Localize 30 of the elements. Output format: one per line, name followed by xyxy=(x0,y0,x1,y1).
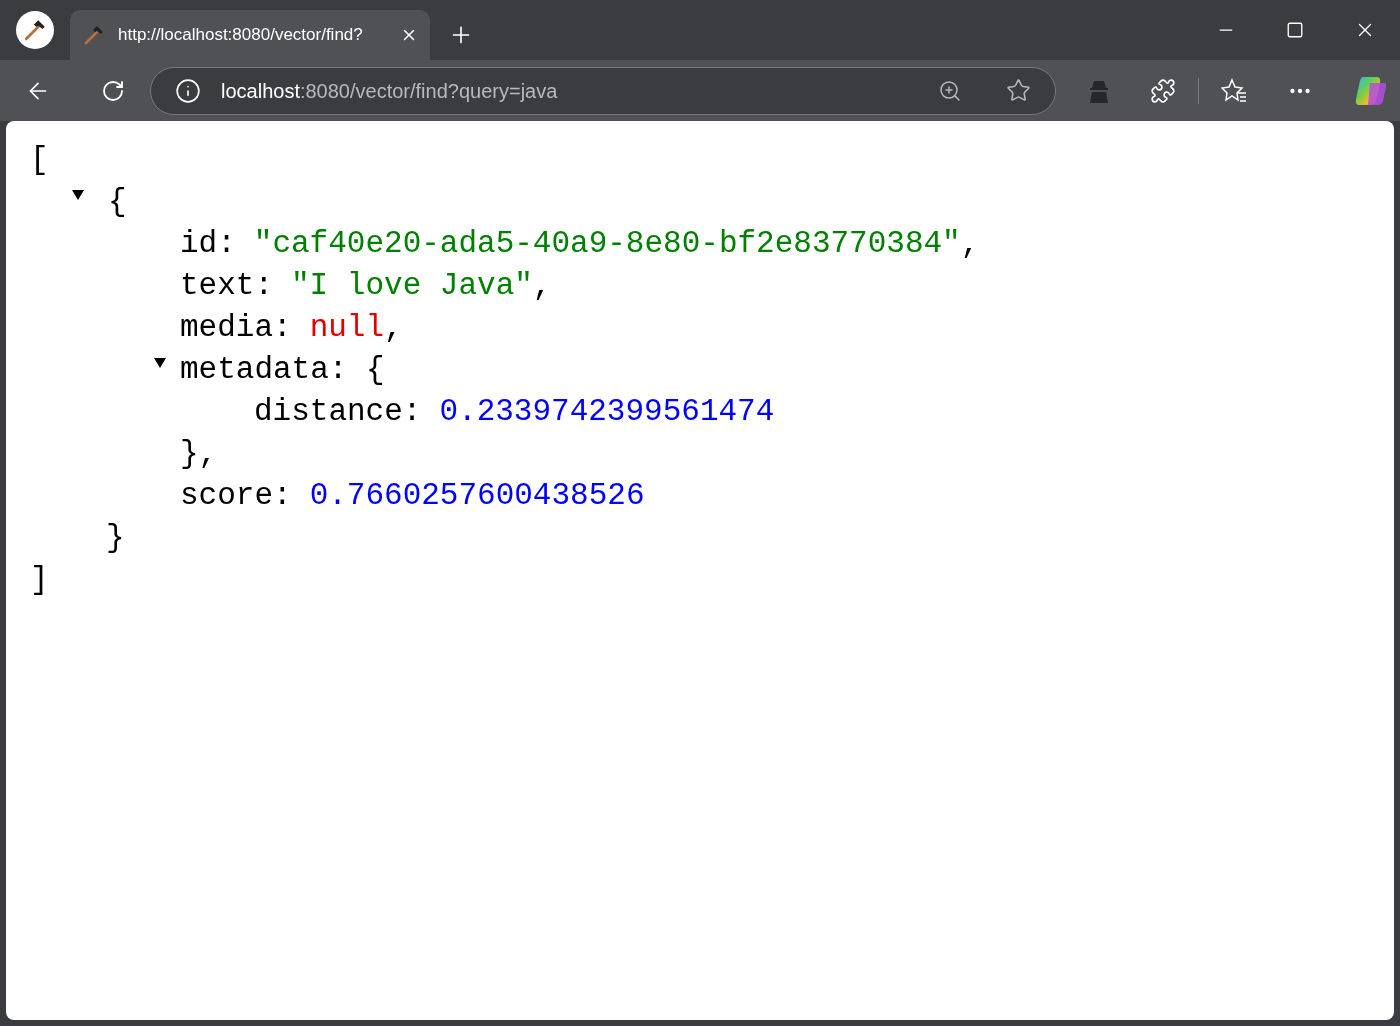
json-value: 0.7660257600438526 xyxy=(309,476,645,515)
tab-title: http://localhost:8080/vector/find? xyxy=(118,24,363,47)
browser-tab[interactable]: http://localhost:8080/vector/find? xyxy=(70,10,430,60)
json-punctuation: , xyxy=(384,308,403,347)
json-value: "caf40e20-ada5-40a9-8e80-bf2e83770384" xyxy=(253,224,961,263)
address-text: localhost:8080/vector/find?query=java xyxy=(221,78,558,104)
json-value: null xyxy=(309,308,385,347)
favorites-icon[interactable] xyxy=(1221,77,1247,104)
hammer-icon xyxy=(22,17,48,43)
json-value: "I love Java" xyxy=(291,266,533,305)
zoom-icon[interactable] xyxy=(938,78,962,103)
extensions-icon[interactable] xyxy=(1150,77,1176,104)
profile-avatar[interactable] xyxy=(16,11,54,49)
json-bracket: [ xyxy=(30,140,49,179)
json-key: score: xyxy=(180,472,292,520)
json-bracket: } xyxy=(106,518,125,557)
expand-toggle-icon[interactable] xyxy=(72,189,84,201)
json-bracket: { xyxy=(108,182,127,221)
json-value: 0.2339742399561474 xyxy=(439,392,775,431)
expand-toggle-icon[interactable] xyxy=(154,357,166,369)
maximize-icon[interactable] xyxy=(1286,21,1304,39)
address-bar[interactable]: localhost:8080/vector/find?query=java xyxy=(150,66,1056,115)
reload-icon[interactable] xyxy=(101,78,125,103)
json-punctuation: , xyxy=(960,224,980,263)
star-icon[interactable] xyxy=(1006,78,1031,103)
json-bracket: ] xyxy=(30,560,49,599)
json-bracket: }, xyxy=(180,434,218,473)
json-punctuation: , xyxy=(532,266,552,305)
info-icon[interactable] xyxy=(175,77,201,104)
hammer-icon xyxy=(82,23,106,47)
